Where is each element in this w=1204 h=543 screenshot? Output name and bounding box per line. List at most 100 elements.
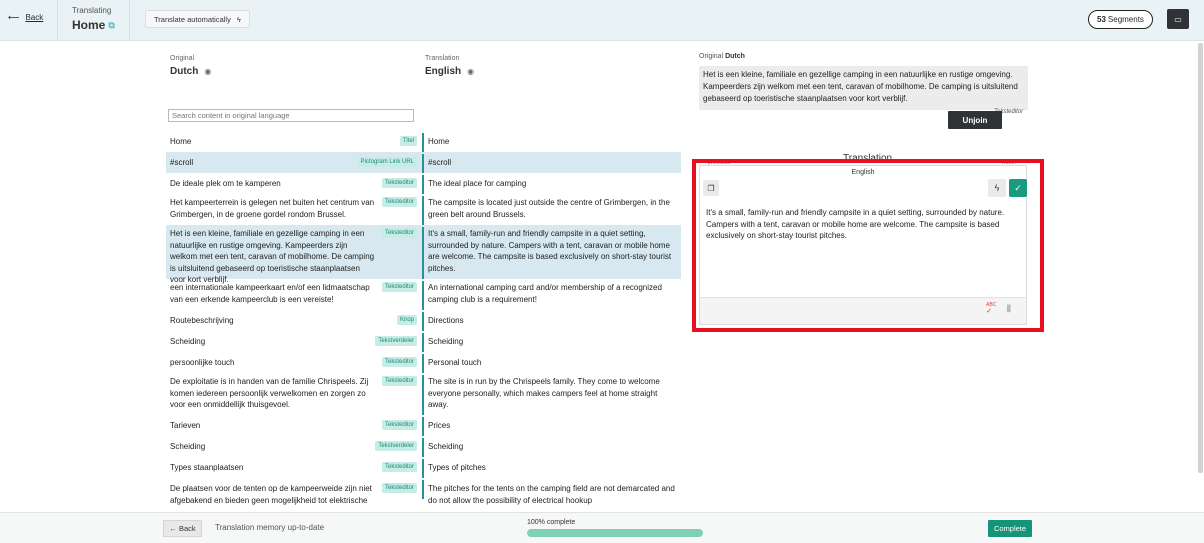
segment-divider-bar [422,417,424,436]
segment-translation-text[interactable]: The ideal place for camping [428,178,678,190]
segment-divider-bar [422,312,424,331]
back-link[interactable]: ⟵ Back [8,13,43,22]
segment-original-text: persoonlijke touch [170,358,235,367]
search-input[interactable] [168,109,414,122]
segment-row[interactable]: Scheiding Tekstverdeler Scheiding [166,331,681,352]
segment-translation-text[interactable]: The campsite is located just outside the… [428,197,678,220]
segment-original-text: #scroll [170,158,194,167]
segment-translation-text[interactable]: The site is in run by the Chrispeels fam… [428,376,678,411]
segment-translation-text[interactable]: Home [428,136,678,148]
segment-row[interactable]: #scroll Pictogram Link URL #scroll [166,152,681,173]
translating-title-block: Translating Home ⧉ [72,6,115,32]
original-column-header: Original Dutch ◉ [170,55,211,77]
original-small-label: Original [170,55,195,62]
arrow-left-icon: ⟵ [8,13,20,22]
original-text-box: Het is een kleine, familiale en gezellig… [699,66,1028,110]
segment-original-text: Tarieven [170,421,201,430]
eye-off-icon[interactable]: ◉ [204,67,211,76]
segment-translation-text[interactable]: #scroll [428,157,678,169]
segment-list: Home Titel Home #scroll Pictogram Link URL #s… [166,131,681,505]
segment-row[interactable]: Routebeschrijving Knop Directions [166,310,681,331]
bottom-bar: ← Back Translation memory up-to-date 100… [0,512,1204,543]
segment-row[interactable]: Types staanplaatsen Teksteditor Types of p… [166,457,681,478]
segment-row[interactable]: Het is een kleine, familiale en gezellig… [166,225,681,284]
segment-original-text: Routebeschrijving [170,316,234,325]
segment-translation-text[interactable]: The pitches for the tents on the camping… [428,483,678,506]
back-label: Back [25,13,44,22]
translating-label: Translating [72,6,112,15]
top-bar: ⟵ Back Translating Home ⧉ Translate auto… [0,0,1204,41]
segment-row[interactable]: Scheiding Tekstverdeler Scheiding [166,436,681,457]
segment-divider-bar [422,133,424,152]
segment-original-text: Scheiding [170,442,206,451]
segment-translation-text[interactable]: Scheiding [428,441,678,453]
complete-button[interactable]: Complete [988,520,1032,537]
memory-status: Translation memory up-to-date [215,523,325,532]
comments-button[interactable]: ▭ [1167,9,1189,29]
external-link-icon[interactable]: ⧉ [108,20,114,31]
segment-row[interactable]: De exploitatie is in handen van de famil… [166,373,681,415]
segment-type-tag: Tekstverdeler [375,441,417,451]
segment-divider-bar [422,459,424,478]
segment-type-tag: Teksteditor [381,282,417,292]
segment-divider-bar [422,154,424,173]
segment-type-tag: Teksteditor [381,420,417,430]
progress-fill [527,529,703,537]
segment-row[interactable]: een internationale kampeerkaart en/of ee… [166,279,681,310]
segment-original-text: De exploitatie is in handen van de famil… [170,377,369,409]
panel-original-label: Original Dutch [699,53,745,60]
segment-translation-text[interactable]: Prices [428,420,678,432]
segments-label: Segments [1107,15,1144,24]
footer-back-button[interactable]: ← Back [163,520,202,537]
progress-bar [527,529,703,537]
segment-original-text: De plaatsen voor de tenten op de kampeer… [170,484,372,505]
segment-divider-bar [422,196,424,225]
segments-count-pill[interactable]: 53 Segments [1088,10,1153,29]
segment-row[interactable]: Het kampeerterrein is gelegen net buiten… [166,194,681,225]
header-divider [129,0,130,41]
segment-original-text: Home [170,137,192,146]
segment-divider-bar [422,175,424,194]
translation-small-label: Translation [425,55,460,62]
lightning-icon: ϟ [236,14,241,24]
segment-row[interactable]: De plaatsen voor de tenten op de kampeer… [166,478,681,505]
translate-automatically-button[interactable]: Translate automatically ϟ [145,10,250,28]
segment-original-text: De ideale plek om te kamperen [170,179,281,188]
segment-row[interactable]: De ideale plek om te kamperen Teksteditor… [166,173,681,194]
segment-divider-bar [422,333,424,352]
header-divider [57,0,58,41]
original-language: Dutch [170,66,199,77]
segment-row[interactable]: Home Titel Home [166,131,681,152]
segment-divider-bar [422,281,424,310]
segment-translation-text[interactable]: Personal touch [428,357,678,369]
segment-type-tag: Teksteditor [381,376,417,386]
segment-type-tag: Teksteditor [381,178,417,188]
segment-translation-text[interactable]: Types of pitches [428,462,678,474]
segments-count: 53 [1097,15,1106,24]
segment-type-tag: Knop [396,315,417,325]
segment-row[interactable]: Tarieven Teksteditor Prices [166,415,681,436]
segment-divider-bar [422,438,424,457]
page-title[interactable]: Home ⧉ [72,18,115,32]
segment-divider-bar [422,227,424,279]
segment-type-tag: Teksteditor [381,483,417,493]
segment-translation-text[interactable]: It's a small, family-run and friendly ca… [428,228,678,274]
highlight-frame [692,159,1044,332]
unjoin-button[interactable]: Unjoin [948,111,1002,129]
segment-original-text: Scheiding [170,337,206,346]
segment-type-tag: Teksteditor [381,197,417,207]
comment-icon: ▭ [1174,14,1182,24]
segment-row[interactable]: persoonlijke touch Teksteditor Personal to… [166,352,681,373]
segment-type-tag: Pictogram Link URL [357,157,417,167]
segment-translation-text[interactable]: An international camping card and/or mem… [428,282,678,305]
segment-type-tag: Teksteditor [381,357,417,367]
segment-translation-text[interactable]: Scheiding [428,336,678,348]
page-scrollbar[interactable] [1198,43,1203,473]
segment-original-text: Types staanplaatsen [170,463,244,472]
segment-divider-bar [422,480,424,499]
translate-automatically-label: Translate automatically [154,14,231,24]
eye-off-icon[interactable]: ◉ [467,67,474,76]
segment-original-text: Het kampeerterrein is gelegen net buiten… [170,198,375,219]
translation-language: English [425,66,462,77]
segment-translation-text[interactable]: Directions [428,315,678,327]
